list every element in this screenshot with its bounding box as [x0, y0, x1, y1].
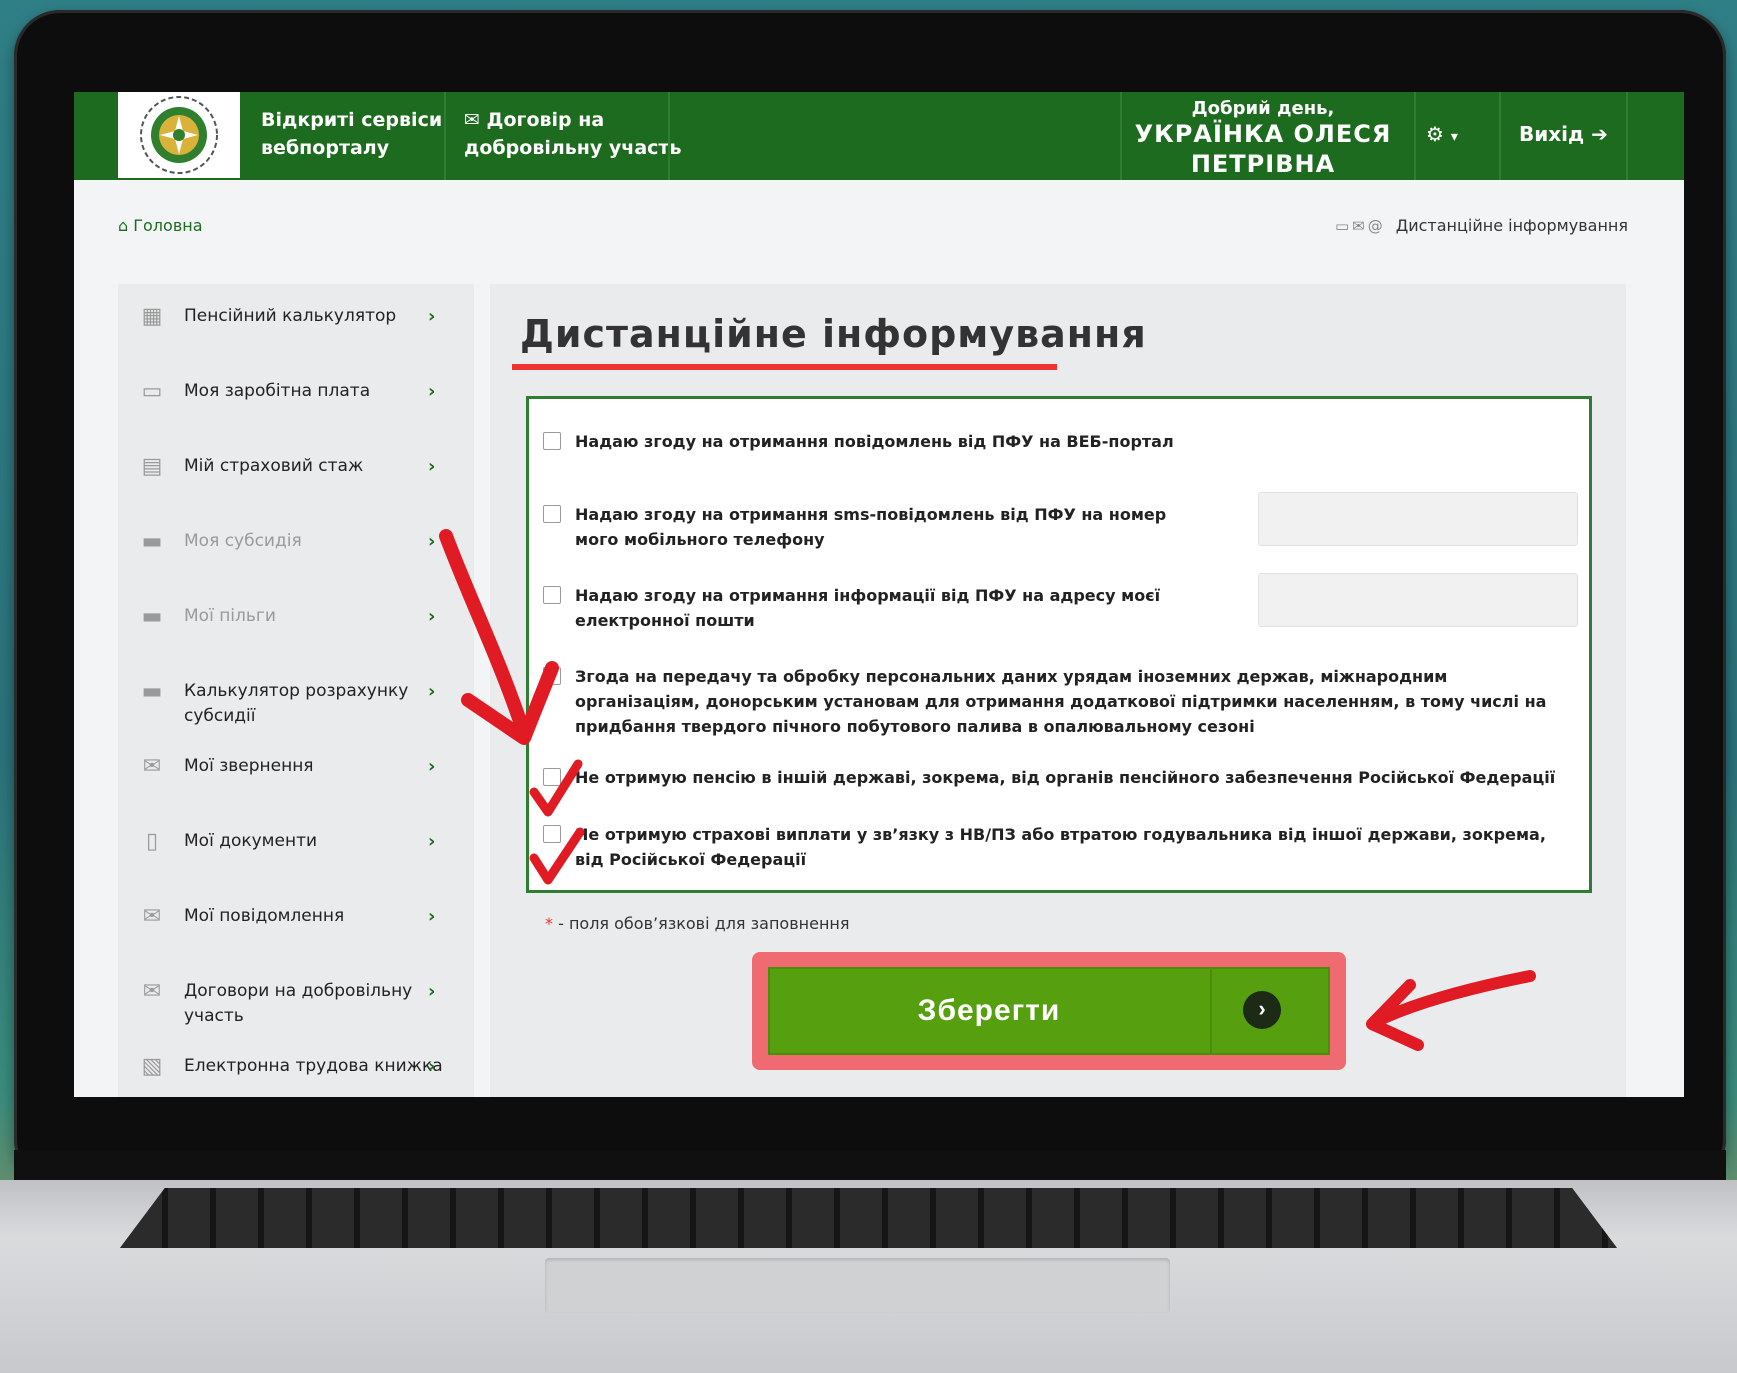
personal-data-checkbox[interactable] [543, 667, 561, 685]
no-pension-abroad-checkbox[interactable] [543, 768, 561, 786]
sidebar-item-insurance-record[interactable]: ▤ Мій страховий стаж › [118, 454, 474, 480]
folder-icon: ▬ [141, 604, 163, 629]
option-sms: Надаю згоду на отримання sms-повідомлень… [543, 502, 1173, 552]
chevron-right-icon: › [428, 831, 436, 852]
option-web-portal: Надаю згоду на отримання повідомлень від… [543, 429, 1573, 454]
breadcrumb-home[interactable]: ⌂ Головна [118, 216, 203, 235]
top-navbar: Відкриті сервіси вебпорталу ✉ Договір на… [74, 92, 1684, 180]
channel-icons: ▭✉@ [1334, 216, 1386, 235]
breadcrumb-current: ▭✉@ Дистанційне інформування [1334, 216, 1628, 235]
no-insurance-payments-checkbox[interactable] [543, 825, 561, 843]
pfu-logo[interactable] [118, 92, 240, 178]
gear-icon: ⚙ [1426, 122, 1444, 146]
user-greeting: Добрий день, УКРАЇНКА ОЛЕСЯ ПЕТРІВНА [1134, 98, 1392, 178]
chevron-right-icon: › [428, 981, 436, 1002]
document-icon: ▯ [145, 829, 159, 854]
web-portal-checkbox[interactable] [543, 432, 561, 450]
laptop-trackpad [545, 1258, 1170, 1313]
logout-button[interactable]: Вихід ➔ [1519, 122, 1608, 146]
sign-out-icon: ➔ [1591, 122, 1608, 146]
required-fields-note: * - поля обов’язкові для заповнення [545, 914, 850, 933]
chevron-right-icon: › [428, 381, 436, 402]
email-checkbox[interactable] [543, 586, 561, 604]
sidebar-item-work-book[interactable]: ▧ Електронна трудова книжка › [118, 1054, 474, 1080]
chevron-right-icon: › [428, 306, 436, 327]
main-content: Дистанційне інформування Надаю згоду на … [490, 284, 1626, 1097]
option-email: Надаю згоду на отримання інформації від … [543, 583, 1173, 633]
envelope-icon: ✉ [142, 754, 162, 779]
sidebar-item-subsidy-calculator[interactable]: ▬ Калькулятор розрахунку субсидії › [118, 679, 474, 729]
laptop-keyboard [120, 1188, 1617, 1248]
nav-separator [1626, 92, 1628, 180]
option-no-pension-abroad: Не отримую пенсію в іншій державі, зокре… [543, 765, 1573, 790]
envelope-icon: ✉ [464, 109, 480, 131]
folder-icon: ▬ [141, 529, 163, 554]
sms-checkbox[interactable] [543, 505, 561, 523]
sidebar-item-messages[interactable]: ✉ Мої повідомлення › [118, 904, 474, 930]
book-icon: ▧ [141, 1054, 163, 1079]
title-underline-annotation [512, 364, 1057, 370]
chevron-right-icon: › [428, 756, 436, 777]
option-personal-data-transfer: Згода на передачу та обробку персональни… [543, 664, 1573, 739]
chevron-right-icon: › [428, 456, 436, 477]
screen: Відкриті сервіси вебпорталу ✉ Договір на… [74, 92, 1684, 1097]
settings-menu[interactable]: ⚙ ▾ [1426, 122, 1458, 146]
chevron-right-icon: › [428, 1056, 436, 1077]
save-button-divider [1210, 967, 1212, 1055]
sidebar-item-pension-calculator[interactable]: ▦ Пенсійний калькулятор › [118, 304, 474, 330]
folder-icon: ▬ [141, 679, 163, 704]
nav-open-services[interactable]: Відкриті сервіси вебпорталу [261, 106, 442, 162]
nav-separator [444, 92, 446, 180]
sidebar-item-benefits[interactable]: ▬ Мої пільги › [118, 604, 474, 630]
sidebar-item-documents[interactable]: ▯ Мої документи › [118, 829, 474, 855]
arrow-right-circle-icon: › [1243, 991, 1281, 1029]
sidebar: ▦ Пенсійний калькулятор › ▭ Моя заробітн… [118, 284, 474, 1097]
wallet-icon: ▭ [141, 379, 163, 404]
emblem-icon [140, 96, 218, 174]
chevron-right-icon: › [428, 906, 436, 927]
calculator-icon: ▦ [141, 304, 163, 329]
page-title: Дистанційне інформування [520, 312, 1147, 356]
caret-down-icon: ▾ [1450, 129, 1458, 145]
nav-separator [668, 92, 670, 180]
mail-icon: ✉ [142, 979, 162, 1004]
sidebar-item-subsidy[interactable]: ▬ Моя субсидія › [118, 529, 474, 555]
nav-separator [1499, 92, 1501, 180]
email-input[interactable] [1258, 573, 1578, 627]
home-icon: ⌂ [118, 216, 129, 235]
sidebar-item-salary[interactable]: ▭ Моя заробітна плата › [118, 379, 474, 405]
sidebar-item-voluntary-contracts[interactable]: ✉ Договори на добровільну участь › [118, 979, 474, 1029]
save-button[interactable]: Зберегти › [768, 967, 1330, 1055]
phone-input[interactable] [1258, 492, 1578, 546]
chevron-right-icon: › [428, 606, 436, 627]
nav-contract[interactable]: ✉ Договір на добровільну участь [464, 106, 681, 162]
option-no-insurance-payments: Не отримую страхові виплати у зв’язку з … [543, 822, 1573, 872]
sidebar-item-appeals[interactable]: ✉ Мої звернення › [118, 754, 474, 780]
consent-form: Надаю згоду на отримання повідомлень від… [526, 396, 1592, 893]
nav-separator [1414, 92, 1416, 180]
calendar-icon: ▤ [141, 454, 163, 479]
chevron-right-icon: › [428, 681, 436, 702]
mail-icon: ✉ [142, 904, 162, 929]
chevron-right-icon: › [428, 531, 436, 552]
